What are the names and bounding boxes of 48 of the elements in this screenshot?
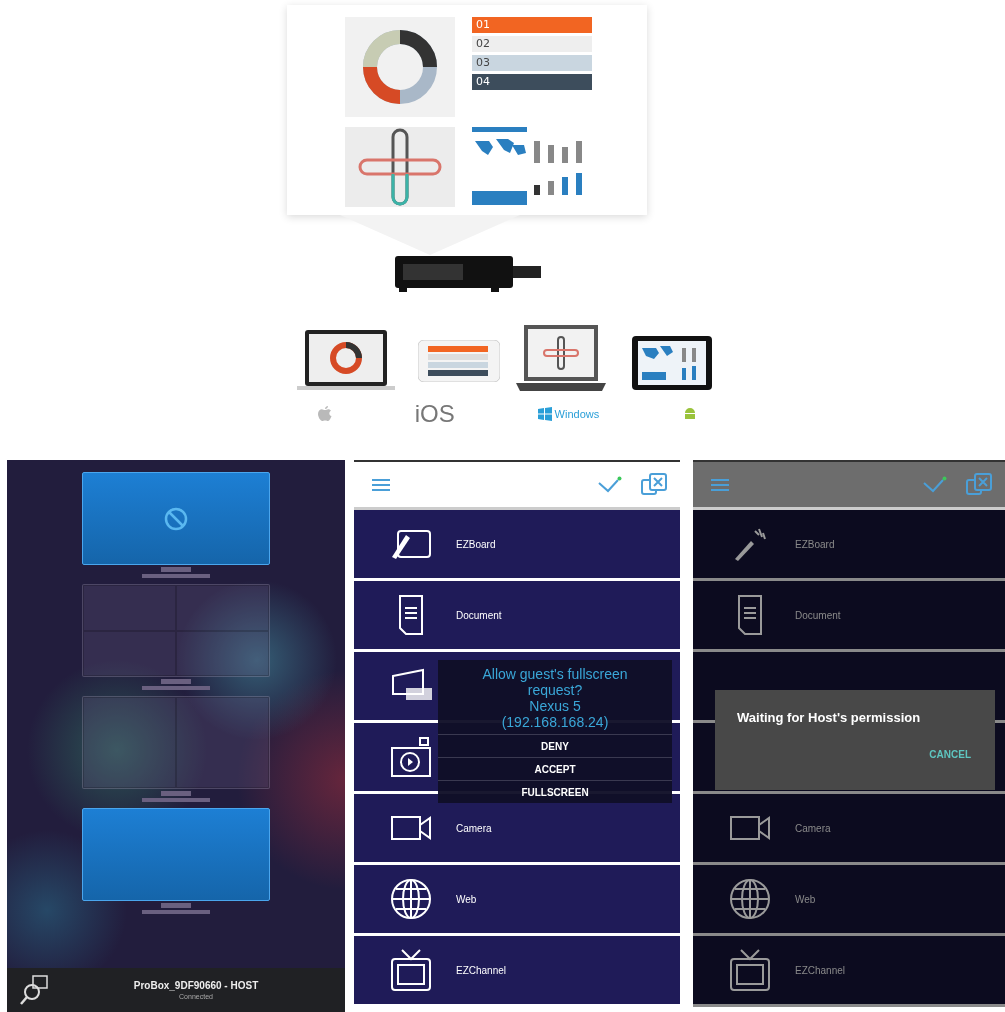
search-icon[interactable] [19, 974, 51, 1006]
android-logo-icon [682, 406, 698, 422]
check-icon[interactable] [598, 475, 622, 494]
check-icon[interactable] [923, 475, 947, 494]
photo-icon [390, 736, 432, 778]
whiteboard-icon [390, 527, 432, 561]
menu-icon[interactable] [372, 478, 390, 491]
dialog-message: (192.168.168.24) [500, 714, 610, 730]
menu-item-label[interactable]: Document [456, 609, 502, 621]
dialog-message: Nexus 5 [528, 698, 582, 714]
windows-logo-icon [537, 407, 552, 421]
platform-label: iOS [414, 400, 455, 428]
menu-item-label[interactable]: EZChannel [795, 964, 846, 976]
device-name: ProBox_9DF90660 - HOST [133, 980, 259, 991]
globe-icon [390, 878, 432, 920]
menu-item-label[interactable]: EZBoard [795, 538, 835, 550]
menu-item-label[interactable]: Web [456, 893, 477, 905]
apple-logo-icon [318, 405, 332, 423]
dialog-message: Allow guest's fullscreen request? [481, 666, 629, 698]
monitor-screen[interactable] [82, 472, 270, 565]
infographic-step: 04 [472, 74, 592, 90]
tv-icon [390, 948, 432, 992]
dialog-button[interactable]: FULLSCREEN [438, 780, 672, 803]
blocked-icon [164, 506, 188, 531]
document-icon [396, 594, 426, 636]
close-window-icon[interactable] [965, 471, 993, 498]
monitor-screen[interactable] [82, 808, 270, 901]
video-camera-icon [390, 815, 432, 841]
infographic-step: 02 [472, 36, 592, 52]
menu-item-label[interactable]: Document [795, 609, 841, 621]
dialog-button[interactable]: CANCEL [925, 747, 975, 762]
menu-item-label[interactable]: Web [795, 893, 816, 905]
menu-item-label[interactable]: EZBoard [456, 538, 496, 550]
menu-item-label[interactable]: Camera [795, 822, 831, 834]
menu-icon[interactable] [711, 478, 729, 491]
document-icon [735, 594, 765, 636]
globe-icon [729, 878, 771, 920]
tv-icon [729, 948, 771, 992]
infographic-step: 01 [472, 17, 592, 33]
dialog-button[interactable]: DENY [438, 734, 672, 757]
dialog-message: Waiting for Host's permission [737, 710, 922, 725]
infographic-step: 03 [472, 55, 592, 71]
video-camera-icon [729, 815, 771, 841]
platform-label: Windows [554, 408, 600, 420]
menu-item-label[interactable]: Camera [456, 822, 492, 834]
close-window-icon[interactable] [640, 471, 668, 498]
dialog-button[interactable]: ACCEPT [438, 757, 672, 780]
menu-item-label[interactable]: EZChannel [456, 964, 507, 976]
